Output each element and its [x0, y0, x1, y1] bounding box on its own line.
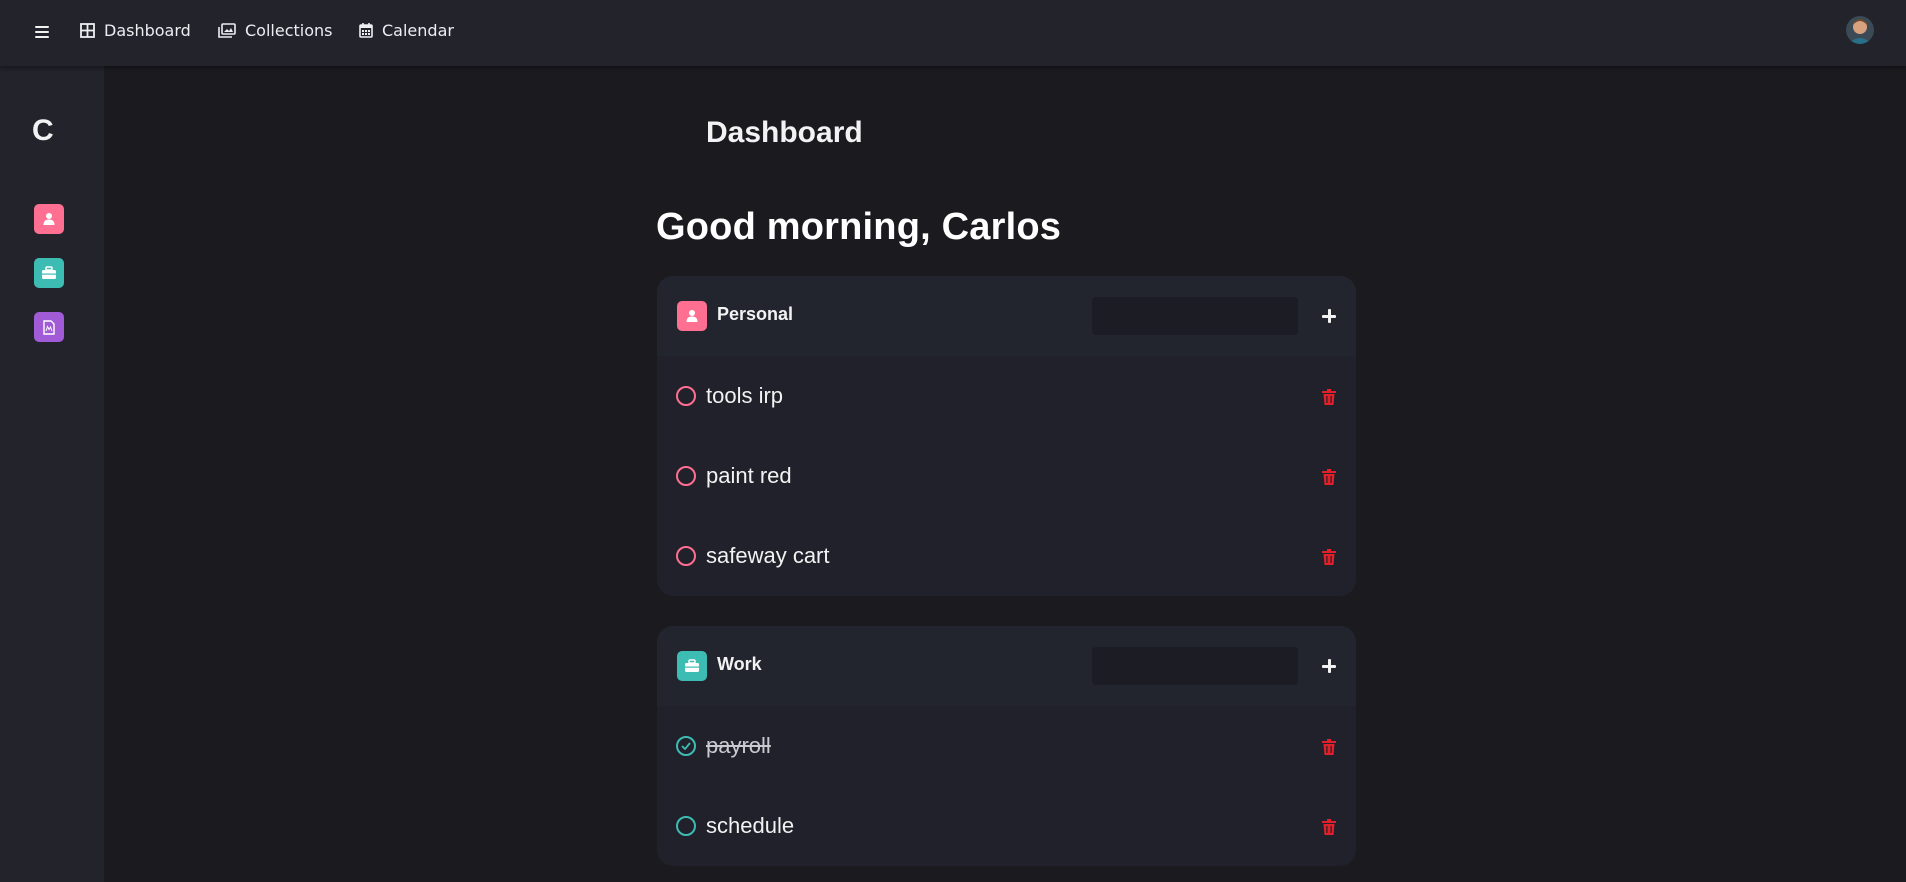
- task-text: schedule: [706, 813, 795, 838]
- category-card-work: Work payroll schedule: [657, 626, 1356, 866]
- category-title: Work: [717, 654, 762, 674]
- nav-dashboard[interactable]: Dashboard: [80, 0, 191, 60]
- add-task-button[interactable]: [1317, 654, 1341, 678]
- task-item: payroll: [657, 706, 1356, 786]
- nav-collections-label: Collections: [245, 20, 333, 40]
- task-text: payroll: [706, 733, 771, 758]
- images-icon: [218, 22, 236, 38]
- user-icon: [677, 301, 707, 331]
- category-card-personal: Personal tools irp paint red safeway car…: [657, 276, 1356, 596]
- task-checkbox[interactable]: [676, 466, 696, 486]
- new-task-input[interactable]: [1092, 647, 1298, 685]
- task-text: paint red: [706, 463, 792, 488]
- trash-icon[interactable]: [1318, 736, 1340, 758]
- avatar[interactable]: [1846, 16, 1874, 44]
- nav-collections[interactable]: Collections: [218, 0, 332, 60]
- sidebar: C: [0, 66, 104, 882]
- task-item: safeway cart: [657, 516, 1356, 596]
- task-item: paint red: [657, 436, 1356, 516]
- nav-calendar[interactable]: Calendar: [359, 0, 454, 60]
- sidebar-item-documents[interactable]: [34, 312, 64, 342]
- sidebar-item-personal[interactable]: [34, 204, 64, 234]
- page-title: Dashboard: [706, 116, 863, 149]
- calendar-icon: [359, 23, 373, 38]
- nav-calendar-label: Calendar: [382, 20, 454, 40]
- add-task-button[interactable]: [1317, 304, 1341, 328]
- trash-icon[interactable]: [1318, 386, 1340, 408]
- category-header: Personal: [657, 276, 1356, 356]
- user-icon: [43, 213, 55, 225]
- document-icon: [43, 319, 55, 335]
- top-navbar: Dashboard Collections Calendar: [0, 0, 1906, 66]
- task-checkbox[interactable]: [676, 386, 696, 406]
- category-title: Personal: [717, 304, 794, 324]
- nav-dashboard-label: Dashboard: [104, 20, 191, 40]
- category-header: Work: [657, 626, 1356, 706]
- task-item: schedule: [657, 786, 1356, 866]
- menu-icon[interactable]: [30, 20, 54, 44]
- checkmark-icon: [681, 742, 691, 750]
- briefcase-icon: [42, 266, 56, 279]
- trash-icon[interactable]: [1318, 466, 1340, 488]
- task-text: tools irp: [706, 383, 784, 408]
- sidebar-item-work[interactable]: [34, 258, 64, 288]
- briefcase-icon: [677, 651, 707, 681]
- user-avatar-icon: [1846, 16, 1874, 44]
- task-checkbox[interactable]: [676, 546, 696, 566]
- trash-icon[interactable]: [1318, 546, 1340, 568]
- new-task-input[interactable]: [1092, 297, 1298, 335]
- task-item: tools irp: [657, 356, 1356, 436]
- task-checkbox-checked[interactable]: [676, 736, 696, 756]
- task-checkbox[interactable]: [676, 816, 696, 836]
- trash-icon[interactable]: [1318, 816, 1340, 838]
- brand-logo: C: [32, 114, 54, 147]
- task-text: safeway cart: [706, 543, 830, 568]
- greeting-heading: Good morning, Carlos: [656, 206, 1062, 248]
- grid-icon: [80, 22, 95, 38]
